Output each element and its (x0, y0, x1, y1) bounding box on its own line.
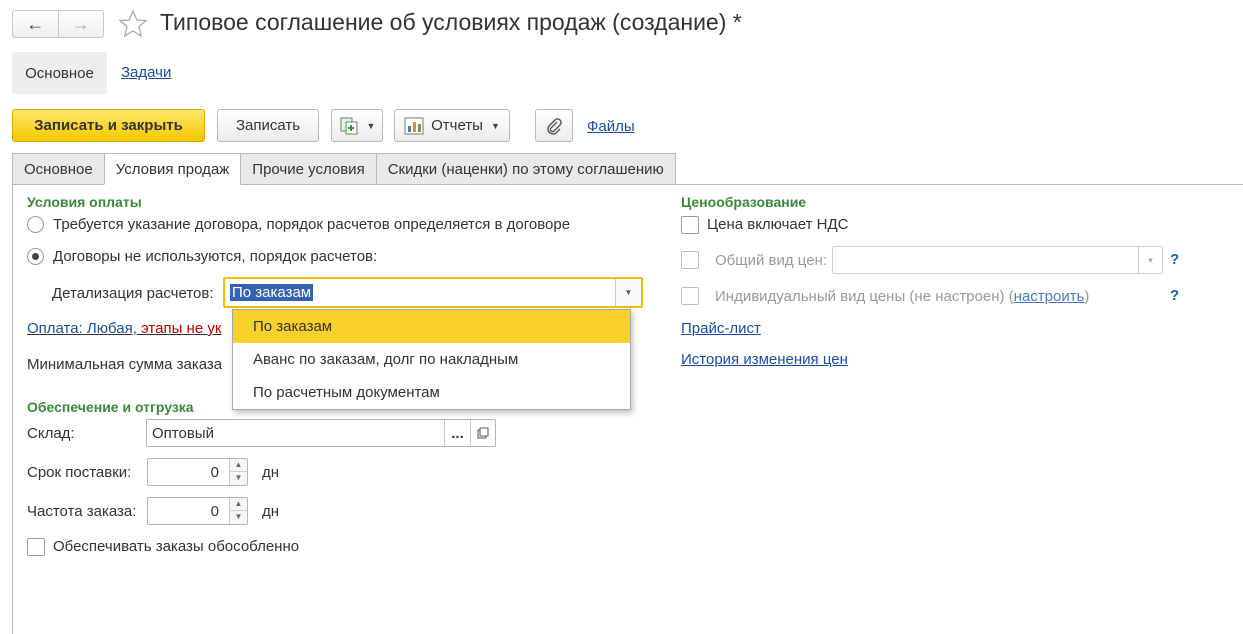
chevron-down-icon[interactable]: ▼ (615, 279, 641, 306)
panel-tab-main[interactable]: Основное (12, 52, 107, 94)
settlement-detail-value: По заказам (230, 284, 314, 301)
save-and-close-button[interactable]: Записать и закрыть (12, 109, 205, 142)
order-frequency-value: 0 (210, 503, 219, 520)
select-ellipsis-icon[interactable]: ... (444, 420, 470, 446)
min-order-sum-label: Минимальная сумма заказа (27, 356, 223, 373)
panel-tab-tasks[interactable]: Задачи (121, 64, 171, 81)
common-price-type-label: Общий вид цен: (715, 252, 828, 269)
attach-button[interactable] (535, 109, 573, 142)
separate-orders-label: Обеспечивать заказы обособленно (53, 538, 300, 555)
payment-terms-text: Оплата: Любая, (27, 320, 137, 337)
tab-sales-conditions[interactable]: Условия продаж (103, 153, 242, 185)
navigation-buttons: ← → (12, 10, 104, 38)
payment-option-no-contract-label: Договоры не используются, порядок расчет… (53, 248, 378, 265)
price-includes-vat-label: Цена включает НДС (707, 216, 849, 233)
pricing-group-title: Ценообразование (681, 194, 807, 210)
content-border (12, 184, 13, 634)
payment-stages-warning: этапы не ук (141, 320, 222, 337)
delivery-term-unit: дн (262, 464, 280, 481)
payment-group-title: Условия оплаты (27, 194, 142, 210)
chevron-down-icon: ▼ (366, 120, 376, 131)
order-frequency-unit: дн (262, 503, 280, 520)
forward-icon[interactable]: → (57, 11, 104, 37)
back-icon[interactable]: ← (13, 11, 58, 37)
common-price-type-checkbox[interactable] (681, 251, 699, 269)
shipping-group-title: Обеспечение и отгрузка (27, 399, 194, 415)
settlement-detail-dropdown: По заказам Аванс по заказам, долг по нак… (232, 309, 631, 410)
price-history-link[interactable]: История изменения цен (681, 351, 848, 368)
delivery-term-stepper[interactable]: ▲ ▼ (229, 459, 247, 485)
order-frequency-stepper[interactable]: ▲ ▼ (229, 498, 247, 524)
create-based-on-icon (340, 117, 358, 134)
tab-other-conditions[interactable]: Прочие условия (240, 153, 377, 185)
individual-price-label: Индивидуальный вид цены (не настроен) (н… (715, 288, 1089, 305)
chevron-down-icon: ▼ (490, 120, 500, 131)
order-frequency-field[interactable]: 0 ▲ ▼ (147, 497, 248, 525)
price-list-link[interactable]: Прайс-лист (681, 320, 761, 337)
delivery-term-label: Срок поставки: (27, 464, 132, 481)
payment-terms-link[interactable]: Оплата: Любая, этапы не ук (27, 320, 221, 337)
order-frequency-label: Частота заказа: (27, 503, 137, 520)
reports-label: Отчеты (431, 117, 483, 134)
files-link[interactable]: Файлы (587, 118, 635, 135)
help-icon[interactable]: ? (1170, 251, 1179, 268)
payment-option-contract-label: Требуется указание договора, порядок рас… (53, 216, 571, 233)
separate-orders-checkbox[interactable] (27, 538, 45, 556)
warehouse-field[interactable]: Оптовый ... (146, 419, 496, 447)
save-button[interactable]: Записать (217, 109, 319, 142)
dropdown-option-by-orders[interactable]: По заказам (233, 310, 630, 343)
individual-price-text: Индивидуальный вид цены (не настроен) ( (715, 288, 1014, 305)
payment-option-no-contract-radio[interactable] (27, 248, 44, 265)
open-icon[interactable] (470, 420, 495, 446)
tab-discounts[interactable]: Скидки (наценки) по этому соглашению (375, 153, 676, 185)
dropdown-option-by-documents[interactable]: По расчетным документам (233, 376, 630, 409)
dropdown-option-advance[interactable]: Аванс по заказам, долг по накладным (233, 343, 630, 376)
individual-price-close: ) (1084, 288, 1090, 305)
warehouse-label: Склад: (27, 425, 75, 442)
common-price-type-select[interactable]: ▼ (832, 246, 1163, 274)
page-title: Типовое соглашение об условиях продаж (с… (160, 9, 742, 35)
tab-main[interactable]: Основное (12, 153, 105, 185)
settlement-detail-label: Детализация расчетов: (52, 285, 214, 302)
reports-icon (404, 117, 424, 134)
delivery-term-field[interactable]: 0 ▲ ▼ (147, 458, 248, 486)
settlement-detail-select[interactable]: По заказам ▼ (223, 277, 643, 308)
favorite-star-icon[interactable] (118, 9, 148, 39)
individual-price-checkbox[interactable] (681, 287, 699, 305)
payment-option-contract-radio[interactable] (27, 216, 44, 233)
create-based-on-button[interactable]: ▼ (331, 109, 383, 142)
configure-link[interactable]: настроить (1014, 288, 1085, 305)
reports-button[interactable]: Отчеты ▼ (394, 109, 510, 142)
delivery-term-value: 0 (210, 464, 219, 481)
price-includes-vat-checkbox[interactable] (681, 216, 699, 234)
paperclip-icon (547, 117, 562, 135)
chevron-down-icon[interactable]: ▼ (1138, 247, 1162, 273)
help-icon[interactable]: ? (1170, 287, 1179, 304)
warehouse-value: Оптовый (152, 425, 214, 442)
form-tabs: Основное Условия продаж Прочие условия С… (12, 153, 676, 185)
